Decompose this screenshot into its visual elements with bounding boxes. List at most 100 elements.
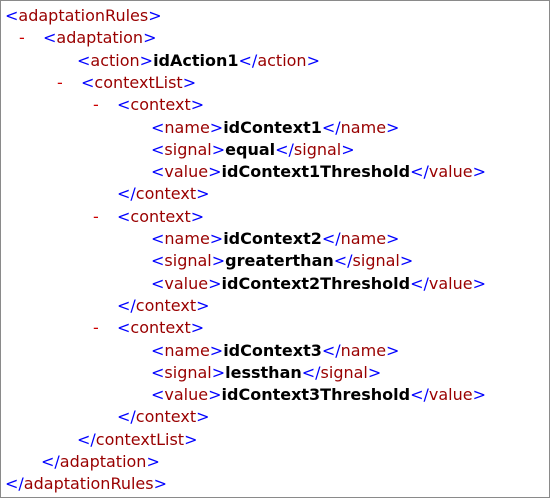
tag-name: name xyxy=(340,229,387,248)
element-text: lessthan xyxy=(225,362,302,382)
tag-close-bracket: > xyxy=(143,28,157,48)
xml-viewer: <adaptationRules> - <adaptation> <action>id… xyxy=(0,0,550,498)
tag-name: value xyxy=(428,162,473,182)
tag-close-bracket: > xyxy=(472,385,486,405)
tag-close-bracket: > xyxy=(184,429,198,449)
xml-line: </context> xyxy=(117,183,210,205)
tag-name: context xyxy=(130,206,191,226)
tag-close-bracket: > xyxy=(209,340,224,360)
tag-name: adaptation xyxy=(56,28,144,48)
tag-close-bracket: > xyxy=(196,184,210,204)
tag-name: value xyxy=(164,273,209,293)
tag-close-bracket: > xyxy=(208,162,222,182)
tag-open-bracket: < xyxy=(151,117,165,137)
tag-name: signal xyxy=(164,362,212,382)
xml-line[interactable]: - <contextList> xyxy=(57,72,196,94)
tag-name: contextList xyxy=(94,72,183,92)
xml-line: <signal>equal</signal> xyxy=(151,139,355,161)
tag-name: context xyxy=(130,95,191,115)
tag-close-bracket: > xyxy=(367,362,382,382)
xml-line: <action>idAction1</action> xyxy=(77,50,320,72)
tag-open-bracket: </ xyxy=(410,385,429,405)
tag-open-bracket: </ xyxy=(5,474,24,494)
tag-open-bracket: </ xyxy=(301,362,321,382)
tag-close-bracket: > xyxy=(386,229,400,248)
tag-name: adaptation xyxy=(59,452,147,471)
xml-line: <name>idContext3</name> xyxy=(151,340,399,362)
element-text: idContext1Threshold xyxy=(221,162,411,182)
xml-line[interactable]: - <context> xyxy=(93,94,204,116)
tag-close-bracket: > xyxy=(472,273,486,293)
tag-close-bracket: > xyxy=(146,452,160,471)
tag-close-bracket: > xyxy=(472,162,486,182)
tag-name: context xyxy=(135,295,197,315)
tag-close-bracket: > xyxy=(386,117,400,137)
tag-close-bracket: > xyxy=(153,474,168,494)
xml-line: <value>idContext2Threshold</value> xyxy=(151,273,486,295)
tag-open-bracket: < xyxy=(117,318,131,338)
xml-line: <value>idContext3Threshold</value> xyxy=(151,384,486,406)
tag-open-bracket: </ xyxy=(321,229,341,248)
tag-open-bracket: </ xyxy=(321,340,341,360)
tag-name: context xyxy=(135,184,197,204)
element-text: idContext2Threshold xyxy=(221,273,411,293)
element-text: idContext3 xyxy=(223,340,322,360)
xml-line: </context> xyxy=(117,406,210,428)
xml-line[interactable]: - <context> xyxy=(93,317,204,339)
xml-line: </contextList> xyxy=(77,429,197,451)
tag-open-bracket: </ xyxy=(117,184,136,204)
tag-open-bracket: < xyxy=(43,28,57,48)
tag-name: adaptationRules xyxy=(18,6,149,25)
element-text: idAction1 xyxy=(153,50,239,70)
tag-name: context xyxy=(135,407,197,427)
element-text: idContext3Threshold xyxy=(221,385,411,405)
xml-line[interactable]: - <adaptation> xyxy=(19,27,156,49)
xml-line: <signal>lessthan</signal> xyxy=(151,362,381,384)
tag-close-bracket: > xyxy=(209,117,224,137)
tag-open-bracket: < xyxy=(77,50,91,70)
tag-name: signal xyxy=(164,251,212,271)
tag-open-bracket: < xyxy=(151,229,165,248)
tag-close-bracket: > xyxy=(341,139,355,159)
tag-open-bracket: < xyxy=(151,340,165,360)
collapse-toggle-icon[interactable]: - xyxy=(19,27,43,49)
tag-close-bracket: > xyxy=(196,295,210,315)
tag-open-bracket: < xyxy=(151,162,165,182)
tag-close-bracket: > xyxy=(208,273,222,293)
collapse-toggle-icon[interactable]: - xyxy=(93,94,117,116)
tag-name: signal xyxy=(164,139,212,159)
tag-name: action xyxy=(257,50,307,70)
collapse-toggle-icon[interactable]: - xyxy=(57,72,81,94)
xml-line: </adaptation> xyxy=(41,451,160,473)
collapse-toggle-icon[interactable]: - xyxy=(93,206,117,228)
tag-open-bracket: </ xyxy=(238,50,258,70)
tag-open-bracket: </ xyxy=(117,407,136,427)
tag-close-bracket: > xyxy=(139,50,154,70)
tag-open-bracket: </ xyxy=(77,429,96,449)
tag-close-bracket: > xyxy=(148,6,162,25)
tag-close-bracket: > xyxy=(211,139,226,159)
xml-line[interactable]: - <context> xyxy=(93,206,204,228)
tag-name: contextList xyxy=(95,429,185,449)
tag-open-bracket: </ xyxy=(275,139,294,159)
tag-name: name xyxy=(164,229,210,248)
tag-close-bracket: > xyxy=(190,318,205,338)
tag-name: adaptationRules xyxy=(23,474,154,494)
tag-open-bracket: </ xyxy=(410,162,429,182)
tag-open-bracket: < xyxy=(117,206,131,226)
collapse-toggle-icon[interactable]: - xyxy=(93,317,117,339)
xml-line: <value>idContext1Threshold</value> xyxy=(151,161,486,183)
tag-name: name xyxy=(164,340,210,360)
xml-line: <name>idContext1</name> xyxy=(151,117,399,139)
tag-open-bracket: </ xyxy=(117,295,136,315)
tag-name: signal xyxy=(352,251,400,271)
tag-close-bracket: > xyxy=(190,206,205,226)
tag-open-bracket: </ xyxy=(41,452,60,471)
tag-open-bracket: < xyxy=(151,385,165,405)
tag-close-bracket: > xyxy=(190,95,205,115)
tag-name: value xyxy=(428,273,473,293)
tag-name: value xyxy=(164,162,209,182)
tag-open-bracket: < xyxy=(5,6,19,25)
xml-line: </context> xyxy=(117,295,210,317)
tag-close-bracket: > xyxy=(306,50,320,70)
